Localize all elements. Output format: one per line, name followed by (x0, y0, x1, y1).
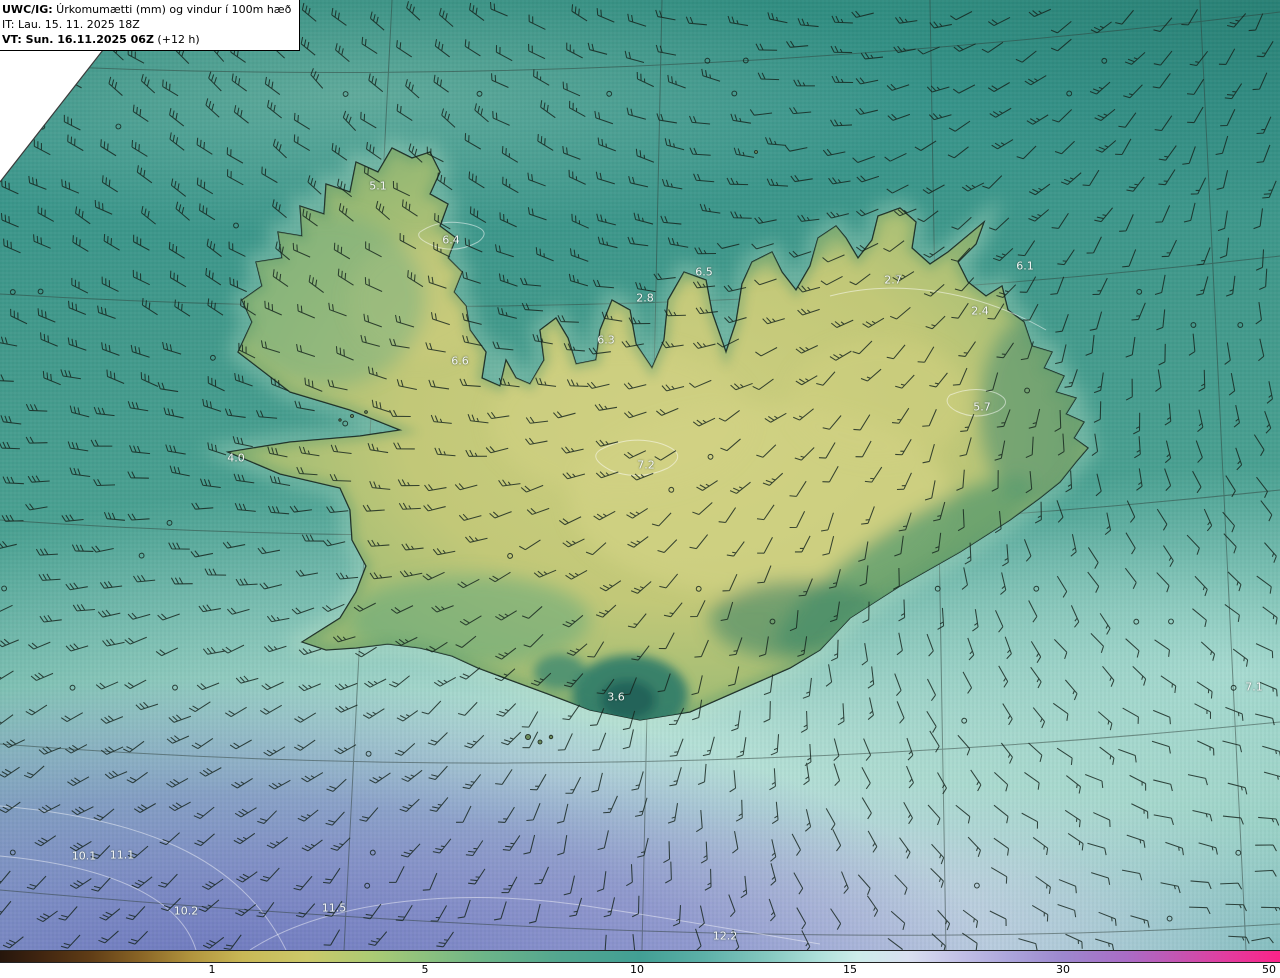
model-id: UWC/IG: (2, 3, 53, 16)
map-title: UWC/IG: Úrkomumætti (mm) og vindur í 100… (2, 3, 292, 16)
valid-time: VT: Sun. 16.11.2025 06Z (+12 h) (2, 33, 200, 46)
colorbar-tick-label: 30 (1056, 963, 1070, 976)
precipitation-field (0, 0, 1280, 950)
colorbar-tick-label: 10 (630, 963, 644, 976)
init-time: IT: Lau. 15. 11. 2025 18Z (2, 18, 140, 31)
colorbar (0, 950, 1280, 963)
map-title-box: UWC/IG: Úrkomumætti (mm) og vindur í 100… (0, 0, 301, 51)
colorbar-tick-label: 5 (421, 963, 429, 976)
weather-map-screen: 5.1 6.4 6.5 2.8 2.7 6.1 2.4 6.3 6.6 5.7 4.0 7.2 3.6 7… (0, 0, 1280, 978)
colorbar-tick-label: 15 (843, 963, 857, 976)
colorbar-wrap: 1 5 10 15 30 50 (0, 950, 1280, 978)
colorbar-labels: 1 5 10 15 30 50 (0, 963, 1280, 978)
colorbar-tick-label: 50 (1262, 963, 1276, 976)
colorbar-tick-label: 1 (208, 963, 216, 976)
